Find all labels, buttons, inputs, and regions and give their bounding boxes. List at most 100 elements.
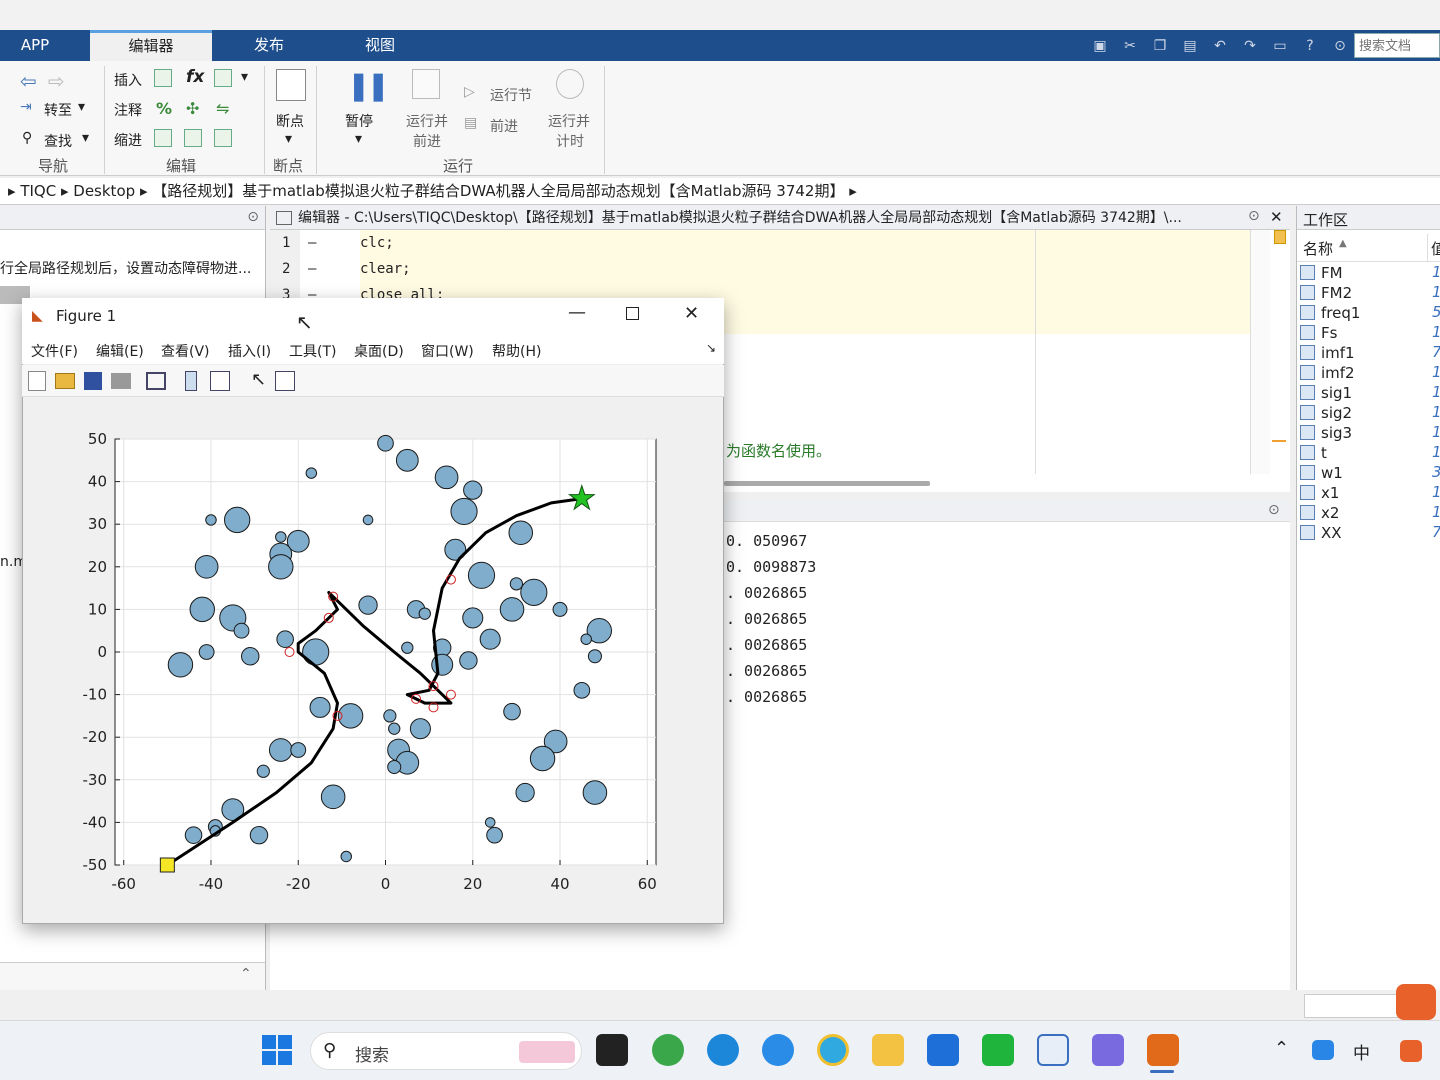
snipping-tool-icon[interactable] — [1037, 1034, 1069, 1066]
pause-button[interactable]: 暂停 — [345, 111, 373, 131]
link-plot-icon[interactable] — [146, 372, 166, 390]
matlab-icon[interactable] — [1147, 1034, 1179, 1066]
workspace-variable-row[interactable]: freq1 — [1300, 303, 1360, 323]
help-icon[interactable]: ? — [1298, 34, 1322, 58]
expand-icon[interactable]: ⊙ — [1328, 34, 1352, 58]
workspace-variable-row[interactable]: sig2 — [1300, 403, 1352, 423]
taskbar-search[interactable]: ⚲ 搜索 — [310, 1032, 582, 1070]
dock-icon[interactable]: ↘ — [706, 341, 716, 355]
tab-publish[interactable]: 发布 — [214, 30, 324, 61]
search-doc-input[interactable] — [1354, 33, 1440, 58]
breadcrumb-item[interactable]: TIQC — [20, 182, 56, 200]
menu-help[interactable]: 帮助(H) — [492, 341, 541, 361]
advance-button[interactable]: 前进 — [490, 116, 518, 136]
maximize-icon[interactable] — [626, 307, 639, 320]
sogou-floating-icon[interactable] — [1396, 984, 1436, 1020]
insert-button[interactable]: 插入 — [114, 70, 142, 90]
photos-icon[interactable] — [1092, 1034, 1124, 1066]
task-view-icon[interactable] — [596, 1034, 628, 1066]
breadcrumb-item[interactable]: 【路径规划】基于matlab模拟退火粒子群结合DWA机器人全局局部动态规划【含M… — [152, 182, 844, 200]
wechat-icon[interactable] — [982, 1034, 1014, 1066]
tab-app[interactable]: APP — [0, 30, 70, 61]
fx-icon[interactable]: fx — [186, 67, 204, 87]
workspace-variable-row[interactable]: Fs — [1300, 323, 1337, 343]
edge-icon[interactable] — [707, 1034, 739, 1066]
window-icon[interactable]: ▭ — [1268, 34, 1292, 58]
workspace-variable-row[interactable]: sig1 — [1300, 383, 1352, 403]
save-icon[interactable]: ▣ — [1088, 34, 1112, 58]
tab-editor[interactable]: 编辑器 — [90, 30, 212, 61]
menu-file[interactable]: 文件(F) — [31, 341, 78, 361]
ie-icon[interactable] — [762, 1034, 794, 1066]
close-icon[interactable]: ✕ — [1270, 208, 1283, 226]
comment-icon[interactable]: % — [156, 99, 172, 118]
paste-icon[interactable]: ▤ — [1178, 34, 1202, 58]
open-icon[interactable] — [55, 373, 75, 389]
workspace-variable-row[interactable]: t — [1300, 443, 1327, 463]
workspace-variable-row[interactable]: sig3 — [1300, 423, 1352, 443]
breadcrumb-item[interactable]: Desktop — [73, 182, 135, 200]
smart-indent-icon[interactable] — [154, 129, 172, 147]
workspace-variable-row[interactable]: x1 — [1300, 483, 1339, 503]
cut-icon[interactable]: ✂ — [1118, 34, 1142, 58]
collapse-icon[interactable]: ⌃ — [240, 966, 252, 982]
workspace-variable-row[interactable]: x2 — [1300, 503, 1339, 523]
redo-icon[interactable]: ↷ — [1238, 34, 1262, 58]
workspace-variable-row[interactable]: FM2 — [1300, 283, 1352, 303]
code-line[interactable]: clc; — [360, 235, 394, 251]
menu-tools[interactable]: 工具(T) — [289, 341, 336, 361]
horizontal-scrollbar[interactable] — [724, 481, 930, 486]
code-line[interactable]: clear; — [360, 261, 411, 277]
goto-button[interactable]: 转至 — [44, 100, 72, 120]
indent-button[interactable]: 缩进 — [114, 130, 142, 150]
undo-icon[interactable]: ↶ — [1208, 34, 1232, 58]
pause-icon[interactable]: ❚❚ — [347, 69, 390, 102]
breakpoints-icon[interactable] — [276, 69, 306, 101]
windows-start-icon[interactable] — [262, 1035, 292, 1065]
menu-window[interactable]: 窗口(W) — [421, 341, 474, 361]
figure-title-bar[interactable]: ◣ Figure 1 — ✕ — [22, 298, 724, 334]
back-arrow-icon[interactable]: ⇦ — [20, 69, 37, 93]
new-figure-icon[interactable] — [28, 371, 46, 391]
print-icon[interactable] — [111, 373, 131, 389]
tab-view[interactable]: 视图 — [326, 30, 434, 61]
menu-insert[interactable]: 插入(I) — [228, 341, 271, 361]
workspace-variable-row[interactable]: FM — [1300, 263, 1343, 283]
sogou-tray-icon[interactable] — [1400, 1040, 1422, 1062]
tray-chevron-icon[interactable]: ⌃ — [1274, 1038, 1289, 1059]
breakpoints-button[interactable]: 断点 — [276, 111, 304, 131]
wrap-comment-icon[interactable]: ⇋ — [216, 99, 229, 118]
insert-section-icon[interactable] — [154, 69, 172, 87]
uncomment-icon[interactable]: ✣ — [186, 99, 199, 118]
editor-menu-icon[interactable]: ⊙ — [1248, 208, 1260, 224]
close-icon[interactable]: ✕ — [684, 303, 699, 324]
workspace-variable-row[interactable]: imf1 — [1300, 343, 1355, 363]
save-icon[interactable] — [84, 372, 102, 390]
comment-button[interactable]: 注释 — [114, 100, 142, 120]
column-header-name[interactable]: 名称 — [1303, 238, 1333, 259]
decrease-indent-icon[interactable] — [214, 129, 232, 147]
colorbar-icon[interactable] — [185, 371, 197, 391]
insert-graph-icon[interactable] — [214, 69, 232, 87]
minimize-icon[interactable]: — — [568, 302, 586, 323]
workspace-variable-row[interactable]: XX — [1300, 523, 1342, 543]
file-explorer-icon[interactable] — [872, 1034, 904, 1066]
browser-icon[interactable] — [817, 1034, 849, 1066]
security-app-icon[interactable] — [927, 1034, 959, 1066]
menu-desktop[interactable]: 桌面(D) — [354, 341, 404, 361]
ime-indicator[interactable]: 中 — [1353, 1039, 1370, 1064]
run-time-button[interactable]: 运行并 — [548, 111, 590, 131]
copy-icon[interactable]: ❐ — [1148, 34, 1172, 58]
property-editor-icon[interactable] — [275, 371, 295, 391]
command-window-menu-icon[interactable]: ⊙ — [1268, 502, 1280, 518]
panel-menu-icon[interactable]: ⊙ — [247, 209, 259, 225]
workspace-variable-row[interactable]: w1 — [1300, 463, 1343, 483]
edge-legacy-icon[interactable] — [652, 1034, 684, 1066]
menu-edit[interactable]: 编辑(E) — [96, 341, 144, 361]
run-advance-button[interactable]: 运行并 — [406, 111, 448, 131]
increase-indent-icon[interactable] — [184, 129, 202, 147]
tray-app-icon[interactable] — [1312, 1040, 1334, 1060]
forward-arrow-icon[interactable]: ⇨ — [48, 69, 65, 93]
run-section-button[interactable]: 运行节 — [490, 85, 532, 105]
menu-view[interactable]: 查看(V) — [161, 341, 210, 361]
